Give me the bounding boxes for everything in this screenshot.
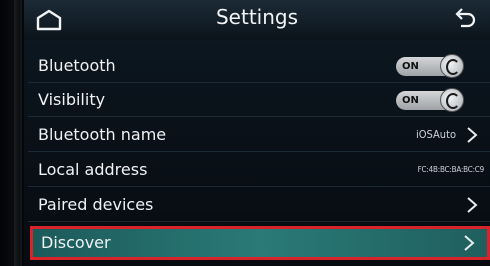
chevron-right-icon bbox=[464, 235, 475, 251]
row-local-address: Local address FC:4B:BC:BA:BC:C9 bbox=[28, 154, 490, 187]
row-label: Bluetooth bbox=[38, 56, 116, 75]
settings-screen: Settings Bluetooth ON Visibility ON Blue… bbox=[24, 0, 490, 266]
power-icon bbox=[440, 88, 464, 112]
visibility-toggle[interactable]: ON bbox=[396, 88, 464, 112]
device-bezel bbox=[0, 0, 22, 266]
toggle-state-label: ON bbox=[402, 95, 419, 106]
back-arrow-icon[interactable] bbox=[450, 6, 478, 32]
row-label: Visibility bbox=[38, 90, 106, 109]
row-bluetooth[interactable]: Bluetooth ON bbox=[28, 50, 490, 83]
row-discover[interactable]: Discover bbox=[30, 226, 490, 260]
page-title: Settings bbox=[215, 5, 299, 29]
row-paired-devices[interactable]: Paired devices bbox=[28, 189, 490, 222]
power-icon bbox=[440, 54, 464, 78]
row-label: Local address bbox=[38, 160, 148, 179]
row-bluetooth-name[interactable]: Bluetooth name iOSAuto bbox=[28, 119, 490, 152]
row-label: Paired devices bbox=[38, 195, 154, 214]
row-visibility[interactable]: Visibility ON bbox=[28, 84, 490, 117]
header-bar: Settings bbox=[24, 0, 490, 40]
row-label: Discover bbox=[41, 233, 111, 252]
bluetooth-name-value: iOSAuto bbox=[416, 128, 456, 141]
toggle-state-label: ON bbox=[402, 61, 419, 72]
chevron-right-icon bbox=[467, 127, 478, 143]
bluetooth-toggle[interactable]: ON bbox=[396, 54, 464, 78]
row-label: Bluetooth name bbox=[38, 125, 167, 144]
chevron-right-icon bbox=[467, 197, 478, 213]
local-address-value: FC:4B:BC:BA:BC:C9 bbox=[417, 165, 485, 174]
